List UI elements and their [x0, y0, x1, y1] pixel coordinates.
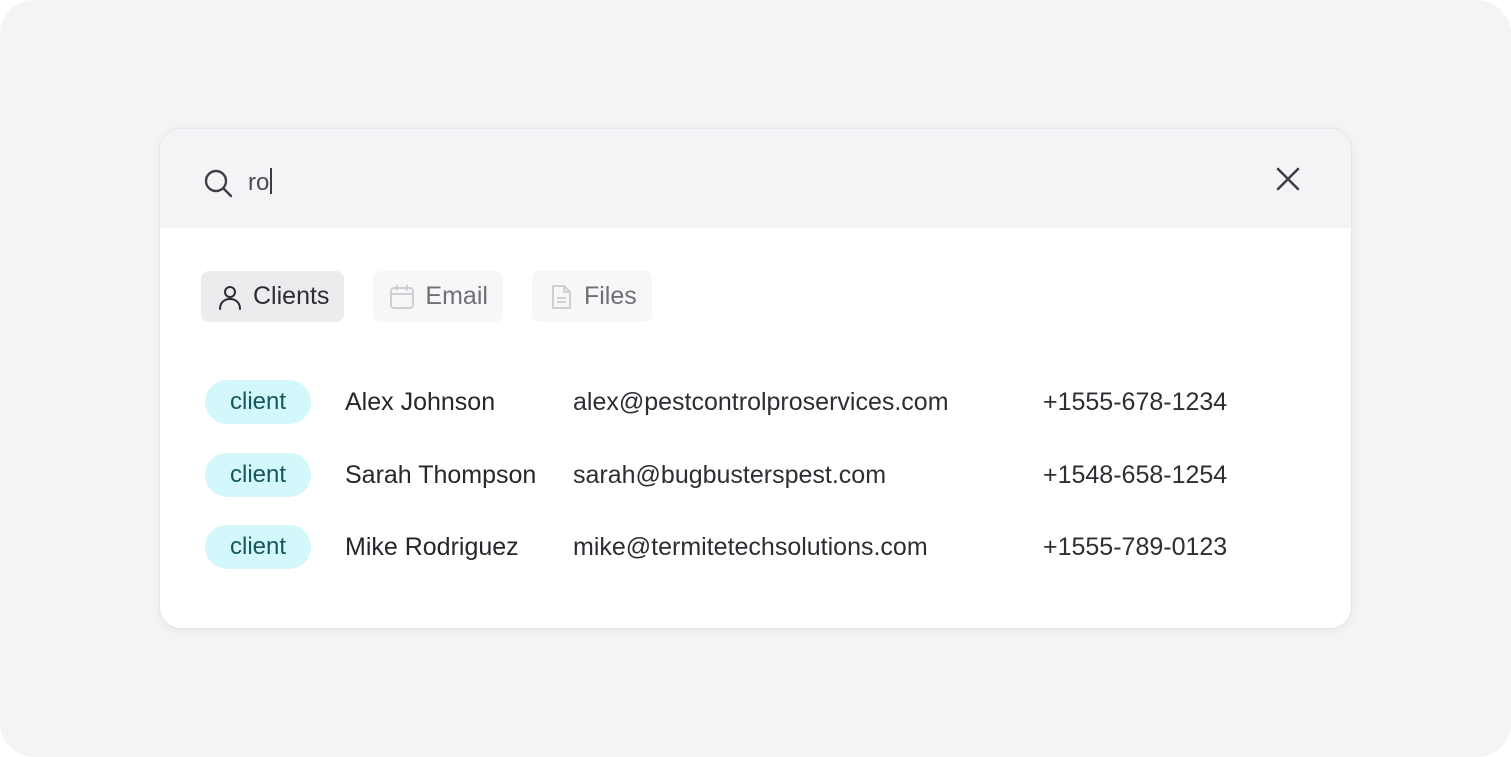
user-icon	[219, 285, 241, 310]
client-email: sarah@bugbusterspest.com	[573, 460, 887, 489]
close-button[interactable]	[1264, 155, 1312, 203]
tab-clients-label: Clients	[253, 282, 330, 310]
results-list: client Alex Johnson alex@pestcontrolpros…	[205, 380, 1305, 598]
close-icon	[1276, 167, 1300, 191]
search-input-value: ro	[248, 169, 270, 196]
tab-files-label: Files	[583, 282, 637, 310]
filter-tabs: Clients Email Files	[201, 271, 652, 323]
result-row[interactable]: client Mike Rodriguez mike@termitetechso…	[205, 525, 1305, 598]
tab-email[interactable]: Email	[373, 271, 503, 322]
client-badge: client	[205, 525, 311, 569]
client-badge: client	[205, 452, 311, 497]
client-badge: client	[205, 380, 311, 424]
file-icon	[552, 284, 571, 309]
search-input[interactable]: ro	[248, 163, 1148, 203]
client-name: Mike Rodriguez	[345, 533, 519, 561]
search-bar: ro	[160, 129, 1351, 228]
result-row[interactable]: client Alex Johnson alex@pestcontrolpros…	[205, 380, 1305, 453]
calendar-icon	[390, 284, 415, 309]
client-phone: +1555-789-0123	[1043, 533, 1228, 561]
page-background: ro Clients Email Files client Alex Johns…	[0, 0, 1511, 757]
client-email: alex@pestcontrolproservices.com	[573, 388, 949, 416]
search-dialog: ro Clients Email Files client Alex Johns…	[159, 128, 1352, 629]
tab-files[interactable]: Files	[531, 271, 652, 322]
search-icon	[204, 169, 233, 198]
tab-email-label: Email	[425, 282, 488, 310]
client-phone: +1548-658-1254	[1043, 460, 1228, 489]
client-name: Alex Johnson	[345, 388, 496, 416]
text-caret	[270, 168, 273, 194]
client-phone: +1555-678-1234	[1043, 388, 1228, 416]
client-email: mike@termitetechsolutions.com	[573, 533, 928, 561]
result-row[interactable]: client Sarah Thompson sarah@bugbusterspe…	[205, 452, 1305, 526]
client-name: Sarah Thompson	[345, 460, 537, 489]
tab-clients[interactable]: Clients	[201, 271, 345, 322]
